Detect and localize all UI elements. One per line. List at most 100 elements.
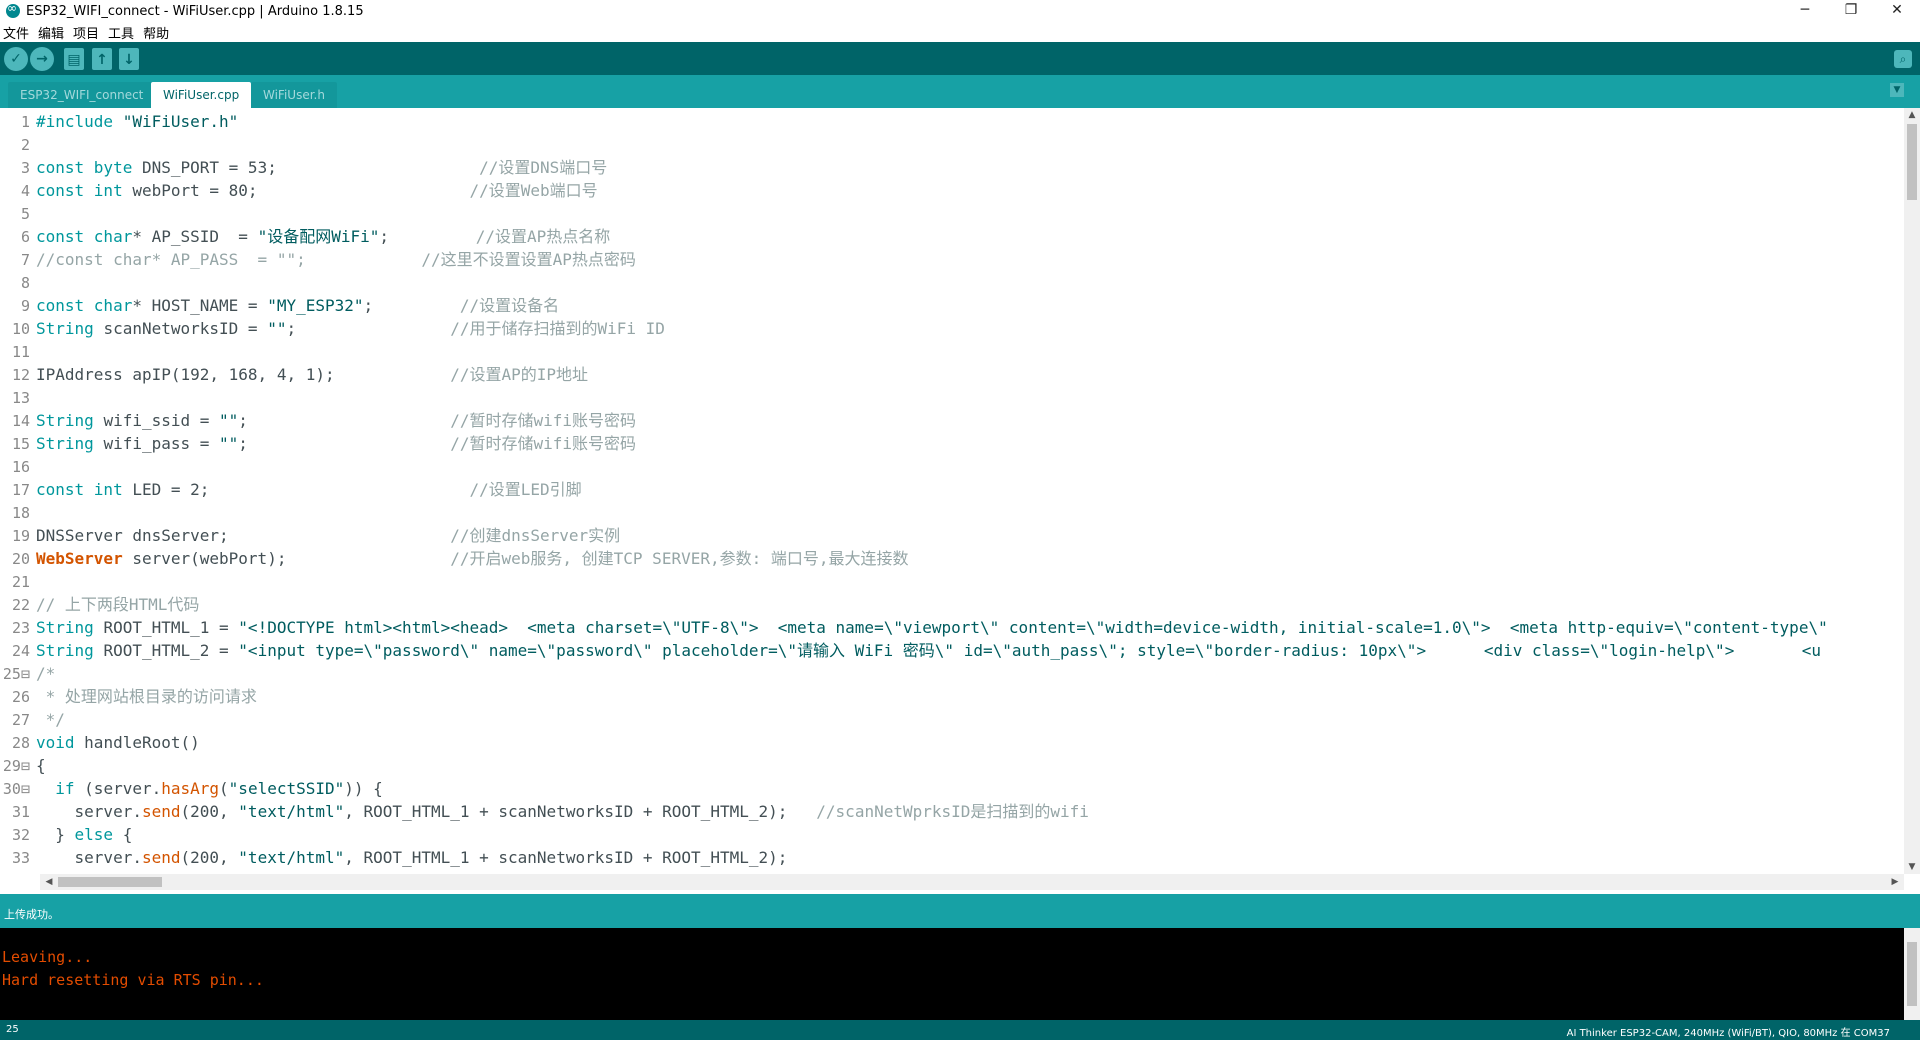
code-token: LED = 2; (132, 480, 470, 499)
code-token: //开启web服务, 创建TCP SERVER,参数: 端口号,最大连接数 (450, 549, 909, 568)
code-token: /* (36, 664, 56, 683)
restore-button[interactable]: ❐ (1828, 0, 1874, 22)
title-bar: ESP32_WIFI_connect - WiFiUser.cpp | Ardu… (0, 0, 1920, 22)
close-button[interactable]: ✕ (1874, 0, 1920, 22)
code-line[interactable]: 26 * 处理网站根目录的访问请求 (0, 685, 1904, 708)
code-line[interactable]: 14 String wifi_ssid = ""; //暂时存储wifi账号密码 (0, 409, 1904, 432)
code-token: "selectSSID" (228, 779, 345, 798)
serial-monitor-button[interactable]: ⌕ (1894, 50, 1912, 68)
window-title: ESP32_WIFI_connect - WiFiUser.cpp | Ardu… (26, 3, 364, 19)
scroll-right-icon[interactable]: ▶ (1888, 874, 1902, 890)
code-line[interactable]: 21 (0, 570, 1904, 593)
tab-wifiuser-cpp[interactable]: WiFiUser.cpp (151, 82, 252, 108)
code-line[interactable]: 32 } else { (0, 823, 1904, 846)
scroll-thumb[interactable] (1907, 124, 1917, 200)
code-line[interactable]: 28 void handleRoot() (0, 731, 1904, 754)
line-number: 30⊟ (2, 780, 30, 798)
code-line[interactable]: 2 (0, 133, 1904, 156)
code-line[interactable]: 15 String wifi_pass = ""; //暂时存储wifi账号密码 (0, 432, 1904, 455)
verify-button[interactable]: ✓ (4, 47, 28, 71)
code-line[interactable]: 30⊟ if (server.hasArg("selectSSID")) { (0, 777, 1904, 800)
menu-tools[interactable]: 工具 (108, 23, 134, 42)
code-token: * AP_SSID = (132, 227, 258, 246)
menu-help[interactable]: 帮助 (143, 23, 169, 42)
console-output[interactable]: Leaving... Hard resetting via RTS pin... (0, 928, 1904, 1020)
current-line-number: 25 (6, 1024, 19, 1035)
code-line[interactable]: 11 (0, 340, 1904, 363)
code-token: IPAddress apIP(192, 168, 4, 1); (36, 365, 451, 384)
new-sketch-button[interactable]: ▤ (64, 48, 84, 70)
code-line[interactable]: 5 (0, 202, 1904, 225)
code-token: "设备配网WiFi" (257, 227, 380, 246)
upload-button[interactable]: → (30, 47, 54, 71)
scroll-thumb[interactable] (1907, 942, 1917, 1006)
tab-esp32-wifi-connect[interactable]: ESP32_WIFI_connect (8, 82, 156, 108)
code-line[interactable]: 13 (0, 386, 1904, 409)
code-line[interactable]: 25⊟ /* (0, 662, 1904, 685)
save-sketch-button[interactable]: ↓ (119, 48, 139, 70)
code-line[interactable]: 4 const int webPort = 80; //设置Web端口号 (0, 179, 1904, 202)
scroll-down-icon[interactable]: ▼ (1904, 860, 1920, 874)
code-token: String (36, 434, 104, 453)
code-token: //设置LED引脚 (469, 480, 582, 499)
status-bar: 上传成功。 (0, 894, 1920, 928)
code-line[interactable]: 10 String scanNetworksID = ""; //用于储存扫描到的… (0, 317, 1904, 340)
scroll-up-icon[interactable]: ▲ (1904, 108, 1920, 122)
code-line[interactable]: 1 #include "WiFiUser.h" (0, 110, 1904, 133)
menu-sketch[interactable]: 项目 (73, 23, 99, 42)
code-line[interactable]: 16 (0, 455, 1904, 478)
code-line[interactable]: 22 // 上下两段HTML代码 (0, 593, 1904, 616)
code-token: } (36, 825, 75, 844)
code-token: if (55, 779, 85, 798)
code-line[interactable]: 27 */ (0, 708, 1904, 731)
code-editor[interactable]: 1 #include "WiFiUser.h" 2 3 const byte DNS_P… (0, 108, 1904, 874)
line-number: 19 (11, 527, 30, 545)
code-token: //设置DNS端口号 (479, 158, 608, 177)
scroll-thumb[interactable] (58, 877, 162, 887)
code-line[interactable]: 23 String ROOT_HTML_1 = "<!DOCTYPE html><… (0, 616, 1904, 639)
scroll-left-icon[interactable]: ◀ (42, 874, 56, 890)
code-token: //设置Web端口号 (469, 181, 598, 200)
code-token: WebServer (36, 549, 133, 568)
menu-bar: 文件 编辑 项目 工具 帮助 (0, 22, 1920, 42)
line-number: 25⊟ (2, 665, 30, 683)
code-token: (200, (180, 848, 239, 867)
code-line[interactable]: 19 DNSServer dnsServer; //创建dnsServer实例 (0, 524, 1904, 547)
code-line[interactable]: 7 //const char* AP_PASS = ""; //这里不设置设置AP… (0, 248, 1904, 271)
code-line[interactable]: 20 WebServer server(webPort); //开启web服务, … (0, 547, 1904, 570)
code-token: { (36, 756, 46, 775)
code-line[interactable]: 31 server.send(200, "text/html", ROOT_HT… (0, 800, 1904, 823)
code-line[interactable]: 9 const char* HOST_NAME = "MY_ESP32"; //设… (0, 294, 1904, 317)
line-number: 7 (20, 251, 30, 269)
tab-menu-dropdown-icon[interactable]: ▼ (1890, 83, 1904, 97)
line-number: 15 (11, 435, 30, 453)
code-token: scanNetworksID = (103, 319, 268, 338)
code-token: #include (36, 112, 123, 131)
code-token: char (93, 296, 133, 315)
editor-horizontal-scrollbar[interactable]: ◀ ▶ (40, 874, 1904, 890)
code-token: DNS_PORT = 53; (141, 158, 480, 177)
code-line[interactable]: 6 const char* AP_SSID = "设备配网WiFi"; //设置A… (0, 225, 1904, 248)
code-line[interactable]: 24 String ROOT_HTML_2 = "<input type=\"pa… (0, 639, 1904, 662)
code-line[interactable]: 17 const int LED = 2; //设置LED引脚 (0, 478, 1904, 501)
tab-wifiuser-h[interactable]: WiFiUser.h (251, 82, 337, 108)
line-number: 14 (11, 412, 30, 430)
code-token: //暂时存储wifi账号密码 (450, 434, 637, 453)
code-line[interactable]: 3 const byte DNS_PORT = 53; //设置DNS端口号 (0, 156, 1904, 179)
code-token: String (36, 618, 104, 637)
code-token: //const char* AP_PASS = ""; //这里不设置设置AP热… (36, 250, 636, 269)
code-line[interactable]: 12 IPAddress apIP(192, 168, 4, 1); //设置AP… (0, 363, 1904, 386)
code-line[interactable]: 8 (0, 271, 1904, 294)
code-line[interactable]: 33 server.send(200, "text/html", ROOT_HT… (0, 846, 1904, 869)
editor-vertical-scrollbar[interactable]: ▲ ▼ (1904, 108, 1920, 874)
menu-edit[interactable]: 编辑 (38, 23, 64, 42)
code-token: wifi_ssid = (103, 411, 220, 430)
code-token: const (36, 480, 94, 499)
code-line[interactable]: 18 (0, 501, 1904, 524)
code-token: ROOT_HTML_2 = (103, 641, 239, 660)
console-scrollbar[interactable] (1904, 928, 1920, 1020)
menu-file[interactable]: 文件 (3, 23, 29, 42)
minimize-button[interactable]: ─ (1782, 0, 1828, 22)
code-line[interactable]: 29⊟ { (0, 754, 1904, 777)
open-sketch-button[interactable]: ↑ (92, 48, 112, 70)
